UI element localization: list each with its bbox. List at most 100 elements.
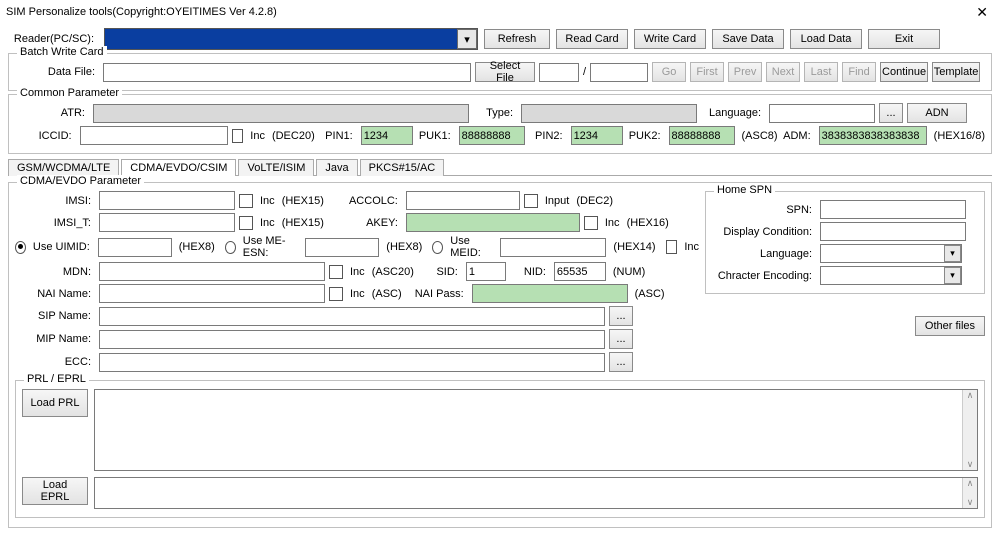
spn-lang-dropdown[interactable]: ▾ (820, 244, 962, 263)
tab-java[interactable]: Java (316, 159, 357, 176)
chevron-down-icon[interactable]: ▾ (944, 245, 961, 262)
datafile-input[interactable] (103, 63, 471, 82)
go-button: Go (652, 62, 686, 82)
template-button[interactable]: Template (932, 62, 980, 82)
nai-inc-checkbox[interactable] (329, 287, 343, 301)
select-file-button[interactable]: Select File (475, 62, 535, 82)
pin2-input[interactable] (571, 126, 623, 145)
hex16-label: (HEX16) (627, 217, 669, 229)
use-uimid-label: Use UIMID: (33, 241, 94, 253)
first-button: First (690, 62, 724, 82)
hex14-label: (HEX14) (613, 241, 655, 253)
uimid-input[interactable] (98, 238, 172, 257)
atr-input (93, 104, 469, 123)
other-files-button[interactable]: Other files (915, 316, 985, 336)
tab-cdma[interactable]: CDMA/EVDO/CSIM (121, 159, 236, 176)
batch-to-input[interactable] (590, 63, 648, 82)
iccid-input[interactable] (80, 126, 228, 145)
write-card-button[interactable]: Write Card (634, 29, 706, 49)
spn-label: SPN: (712, 204, 816, 216)
datafile-label: Data File: (15, 66, 99, 78)
spn-input[interactable] (820, 200, 966, 219)
iccid-inc-checkbox[interactable] (232, 129, 244, 143)
sid-input[interactable] (466, 262, 506, 281)
imsi-hex15-label: (HEX15) (282, 195, 324, 207)
imsit-input[interactable] (99, 213, 235, 232)
accolc-input[interactable] (406, 191, 520, 210)
batch-from-input[interactable] (539, 63, 579, 82)
eprl-scrollbar[interactable]: ∧∨ (962, 478, 977, 508)
ecc-input[interactable] (99, 353, 605, 372)
language-input[interactable] (769, 104, 875, 123)
akey-inc-checkbox[interactable] (584, 216, 598, 230)
save-data-button[interactable]: Save Data (712, 29, 784, 49)
prl-textarea[interactable]: ∧∨ (94, 389, 978, 471)
naipass-input[interactable] (472, 284, 628, 303)
sip-label: SIP Name: (15, 310, 95, 322)
use-meid-label: Use MEID: (450, 235, 493, 259)
load-eprl-button[interactable]: Load EPRL (22, 477, 88, 505)
chevron-down-icon[interactable]: ▾ (457, 29, 477, 49)
tab-gsm[interactable]: GSM/WCDMA/LTE (8, 159, 119, 176)
use-uimid-radio[interactable] (15, 241, 26, 254)
meid-inc-checkbox[interactable] (666, 240, 678, 254)
nai-input[interactable] (99, 284, 325, 303)
close-icon[interactable]: ✕ (970, 4, 994, 21)
meid-input[interactable] (500, 238, 606, 257)
puk1-input[interactable] (459, 126, 525, 145)
batch-legend: Batch Write Card (17, 46, 107, 58)
spn-legend: Home SPN (714, 184, 775, 196)
asc20-label: (ASC20) (372, 266, 414, 278)
pin1-input[interactable] (361, 126, 413, 145)
chevron-down-icon[interactable]: ▾ (944, 267, 961, 284)
language-ellipsis-button[interactable]: ... (879, 103, 903, 123)
refresh-button[interactable]: Refresh (484, 29, 550, 49)
puk2-input[interactable] (669, 126, 735, 145)
load-data-button[interactable]: Load Data (790, 29, 862, 49)
use-meid-radio[interactable] (432, 241, 443, 254)
find-button: Find (842, 62, 876, 82)
sip-ellipsis-button[interactable]: ... (609, 306, 633, 326)
tab-volte[interactable]: VoLTE/ISIM (238, 159, 314, 176)
batch-slash: / (583, 66, 586, 78)
puk1-label: PUK1: (417, 130, 455, 142)
imsi-label: IMSI: (15, 195, 95, 207)
use-meesn-label: Use ME-ESN: (243, 235, 299, 259)
use-meesn-radio[interactable] (225, 241, 236, 254)
sip-input[interactable] (99, 307, 605, 326)
mdn-inc-checkbox[interactable] (329, 265, 343, 279)
nai-label: NAI Name: (15, 288, 95, 300)
iccid-inc-label: Inc (250, 130, 265, 142)
load-prl-button[interactable]: Load PRL (22, 389, 88, 417)
uimid-hex8-label: (HEX8) (179, 241, 215, 253)
mip-ellipsis-button[interactable]: ... (609, 329, 633, 349)
reader-combo[interactable]: ▾ (104, 28, 478, 50)
disp-cond-input[interactable] (820, 222, 966, 241)
ecc-ellipsis-button[interactable]: ... (609, 352, 633, 372)
imsi-inc-label: Inc (260, 195, 275, 207)
imsi-input[interactable] (99, 191, 235, 210)
continue-button[interactable]: Continue (880, 62, 928, 82)
accolc-input-checkbox[interactable] (524, 194, 538, 208)
last-button: Last (804, 62, 838, 82)
mip-label: MIP Name: (15, 333, 95, 345)
read-card-button[interactable]: Read Card (556, 29, 628, 49)
mip-input[interactable] (99, 330, 605, 349)
prl-scrollbar[interactable]: ∧∨ (962, 390, 977, 470)
akey-input[interactable] (406, 213, 580, 232)
imsit-hex15-label: (HEX15) (282, 217, 324, 229)
pin2-label: PIN2: (529, 130, 567, 142)
mdn-input[interactable] (99, 262, 325, 281)
adm-input[interactable] (819, 126, 927, 145)
eprl-textarea[interactable]: ∧∨ (94, 477, 978, 509)
adn-button[interactable]: ADN (907, 103, 967, 123)
exit-button[interactable]: Exit (868, 29, 940, 49)
common-legend: Common Parameter (17, 87, 122, 99)
char-enc-dropdown[interactable]: ▾ (820, 266, 962, 285)
meesn-input[interactable] (305, 238, 379, 257)
imsi-inc-checkbox[interactable] (239, 194, 253, 208)
nai-inc-label: Inc (350, 288, 365, 300)
tab-pkcs[interactable]: PKCS#15/AC (360, 159, 445, 176)
imsit-inc-checkbox[interactable] (239, 216, 253, 230)
nid-input[interactable] (554, 262, 606, 281)
